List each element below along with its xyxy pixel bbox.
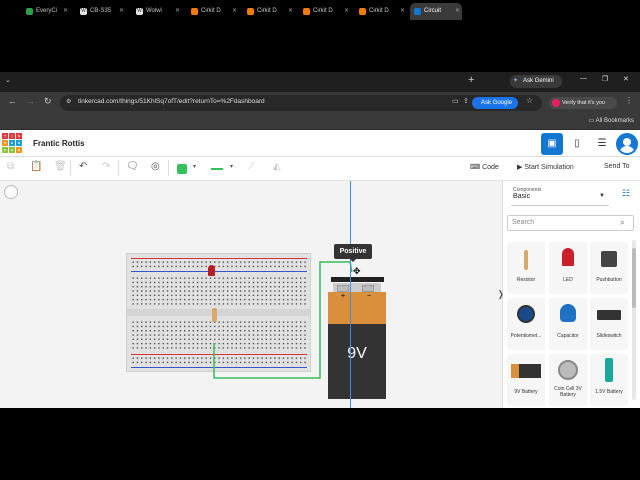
search-icon[interactable]: ⌕: [620, 217, 625, 228]
battery-plus-sign: +: [341, 293, 346, 300]
component-tile-1-5v-battery[interactable]: 1.5V Battery: [590, 354, 628, 406]
screen: ⌄ EveryCi ✕ W CB-S35 ✕ W Wolwi ✕ Cirkit …: [0, 0, 640, 480]
component-tile-led[interactable]: LED: [549, 242, 587, 294]
coin-cell-icon: [558, 360, 578, 380]
panel-scrollbar-thumb[interactable]: [632, 248, 636, 308]
aa-battery-icon: [605, 358, 613, 382]
component-tile-pushbutton[interactable]: Pushbutton: [590, 242, 628, 294]
battery-terminal-negative[interactable]: [362, 285, 374, 292]
battery-label: 9V: [347, 345, 367, 362]
component-tile-label: Potentiomet...: [510, 333, 542, 339]
component-tile-resistor[interactable]: Resistor: [507, 242, 545, 294]
dropdown-underline: [511, 205, 609, 206]
collapse-panel-icon[interactable]: ❭: [497, 289, 505, 300]
battery-minus-sign: −: [367, 293, 372, 300]
component-tile-coin-cell[interactable]: Coin Cell 3V Battery: [549, 354, 587, 406]
capacitor-icon: [560, 304, 576, 322]
components-dropdown[interactable]: Basic: [513, 193, 530, 200]
component-tile-label: 1.5V Battery: [595, 389, 623, 395]
component-tile-label: Capacitor: [557, 333, 579, 339]
list-view-icon[interactable]: ☷: [622, 188, 630, 199]
battery-terminal-positive[interactable]: [337, 285, 349, 292]
component-tile-label: Pushbutton: [596, 277, 622, 283]
letterbox-bottom: [0, 408, 640, 480]
slideswitch-icon: [597, 310, 621, 320]
component-tile-label: Resistor: [516, 277, 536, 283]
battery-snap[interactable]: [331, 277, 384, 282]
component-tile-label: LED: [563, 277, 573, 283]
component-tile-label: Coin Cell 3V Battery: [554, 386, 582, 398]
component-tile-potentiometer[interactable]: Potentiomet...: [507, 298, 545, 350]
led-icon: [562, 248, 574, 266]
chevron-down-icon[interactable]: ▼: [599, 193, 605, 199]
potentiometer-icon: [517, 305, 535, 323]
resistor-icon: [524, 250, 528, 270]
terminal-tooltip: Positive: [334, 244, 372, 262]
component-tile-9v-battery[interactable]: 9V Battery: [507, 354, 545, 406]
component-tile-label: Slideswitch: [596, 333, 622, 339]
component-tile-label: 9V Battery: [514, 389, 538, 395]
battery-icon: [511, 364, 541, 378]
cursor-icon: ✥: [353, 266, 361, 276]
component-tile-slideswitch[interactable]: Slideswitch: [590, 298, 628, 350]
search-placeholder: Search: [512, 219, 535, 226]
component-tile-capacitor[interactable]: Capacitor: [549, 298, 587, 350]
pushbutton-icon: [601, 251, 617, 267]
alignment-guide: [350, 181, 351, 408]
battery-cap: [328, 292, 386, 324]
